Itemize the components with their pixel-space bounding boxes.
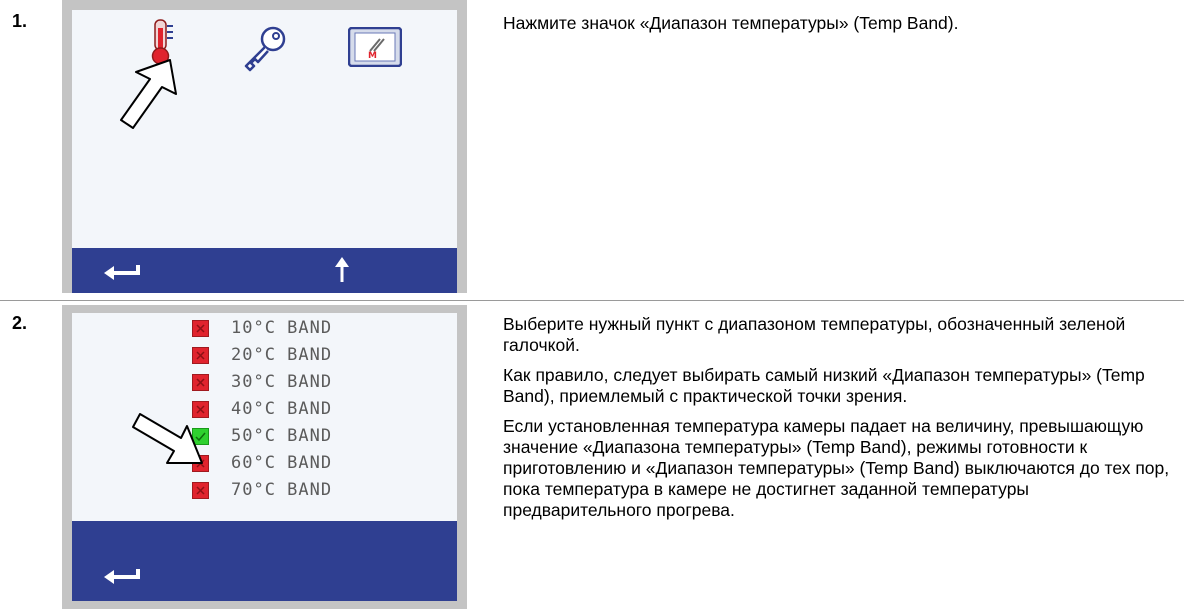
unchecked-box-icon <box>192 373 209 391</box>
step-1-navbar <box>72 248 457 293</box>
step-1-number: 1. <box>12 11 28 31</box>
band-label: 10°C BAND <box>231 318 333 338</box>
key-icon[interactable] <box>240 24 290 77</box>
pointer-arrow-icon <box>112 58 182 139</box>
unchecked-box-icon <box>192 346 209 364</box>
back-arrow-icon[interactable] <box>102 566 142 589</box>
step-2-screen: 10°C BAND 20°C BAND 30°C BAND 40°C BAND … <box>72 313 457 601</box>
band-option-60[interactable]: 60°C BAND <box>192 451 332 475</box>
step-2-paragraph-1: Выберите нужный пункт с диапазоном темпе… <box>503 314 1126 355</box>
band-label: 60°C BAND <box>231 453 333 473</box>
m-logo-screen-icon[interactable]: M <box>347 26 403 72</box>
band-option-20[interactable]: 20°C BAND <box>192 343 332 367</box>
step-2-screenshot-frame: 10°C BAND 20°C BAND 30°C BAND 40°C BAND … <box>62 305 467 609</box>
band-option-30[interactable]: 30°C BAND <box>192 370 332 394</box>
band-label: 30°C BAND <box>231 372 333 392</box>
unchecked-box-icon <box>192 481 209 499</box>
band-option-40[interactable]: 40°C BAND <box>192 397 332 421</box>
back-arrow-icon[interactable] <box>102 262 142 285</box>
step-1-screen: M <box>72 10 457 293</box>
step-1-screenshot-frame: M <box>62 0 467 293</box>
pointer-arrow-icon <box>129 411 207 476</box>
step-divider <box>0 300 1184 301</box>
step-1-paragraph: Нажмите значок «Диапазон температуры» (T… <box>503 13 959 33</box>
band-label: 50°C BAND <box>231 426 333 446</box>
band-label: 70°C BAND <box>231 480 333 500</box>
step-2-paragraph-3: Если установленная температура камеры па… <box>503 416 1170 520</box>
band-option-70[interactable]: 70°C BAND <box>192 478 332 502</box>
step-2-navbar <box>72 521 457 601</box>
step-2-paragraph-2: Как правило, следует выбирать самый низк… <box>503 365 1145 406</box>
unchecked-box-icon <box>192 319 209 337</box>
band-label: 20°C BAND <box>231 345 333 365</box>
band-label: 40°C BAND <box>231 399 333 419</box>
step-1-text: Нажмите значок «Диапазон температуры» (T… <box>503 13 1173 43</box>
up-arrow-icon[interactable] <box>334 256 350 289</box>
step-2-number: 2. <box>12 313 28 333</box>
band-option-50[interactable]: 50°C BAND <box>192 424 332 448</box>
band-option-10[interactable]: 10°C BAND <box>192 316 332 340</box>
svg-text:M: M <box>368 51 377 61</box>
step-2-text: Выберите нужный пункт с диапазоном темпе… <box>503 314 1173 530</box>
